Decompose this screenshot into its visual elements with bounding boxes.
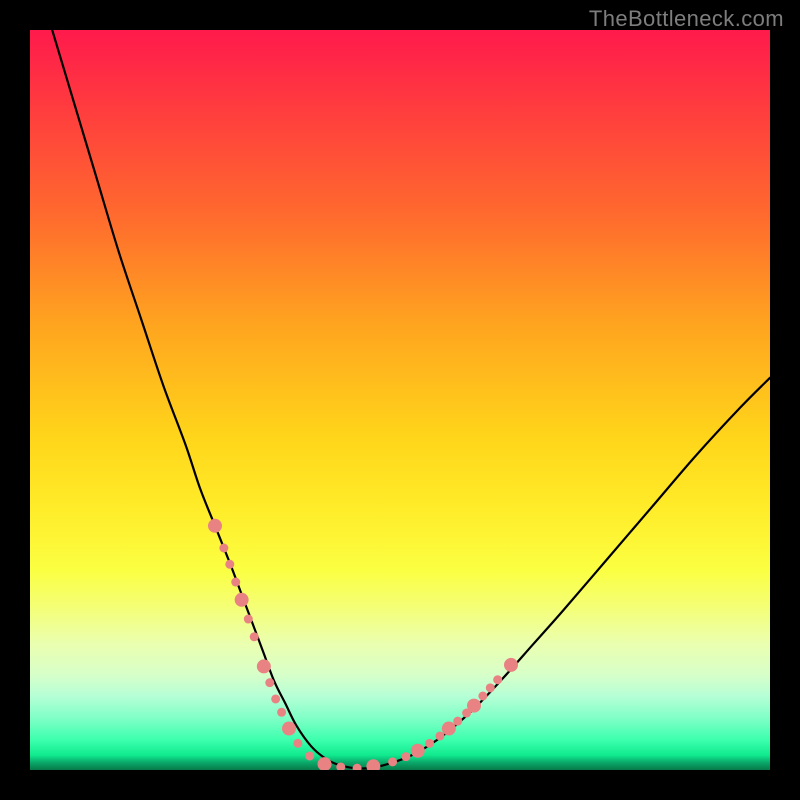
- highlight-point: [277, 708, 286, 717]
- highlight-point: [486, 683, 495, 692]
- chart-overlay: [30, 30, 770, 770]
- highlight-point: [366, 759, 380, 770]
- highlight-point: [493, 675, 502, 684]
- highlight-point: [453, 717, 462, 726]
- watermark-text: TheBottleneck.com: [589, 6, 784, 32]
- highlight-point: [250, 632, 259, 641]
- plot-area: [30, 30, 770, 770]
- highlight-point: [425, 739, 434, 748]
- highlight-point: [208, 519, 222, 533]
- highlight-point: [401, 752, 410, 761]
- highlight-point: [219, 544, 228, 553]
- highlight-point: [305, 751, 314, 760]
- highlight-point: [504, 658, 518, 672]
- highlight-point: [271, 694, 280, 703]
- highlight-point: [388, 757, 397, 766]
- highlight-point: [231, 578, 240, 587]
- highlight-point: [293, 739, 302, 748]
- highlight-point: [257, 659, 271, 673]
- highlight-point: [435, 731, 444, 740]
- highlight-point: [442, 722, 456, 736]
- highlight-point: [478, 692, 487, 701]
- highlight-point: [244, 615, 253, 624]
- highlight-point: [282, 722, 296, 736]
- highlight-points: [208, 519, 518, 770]
- highlight-point: [411, 744, 425, 758]
- curve-line: [52, 30, 770, 769]
- highlight-point: [225, 560, 234, 569]
- highlight-point: [235, 593, 249, 607]
- highlight-point: [318, 757, 332, 770]
- chart-stage: TheBottleneck.com: [0, 0, 800, 800]
- highlight-point: [353, 764, 362, 770]
- highlight-point: [467, 699, 481, 713]
- highlight-point: [265, 678, 274, 687]
